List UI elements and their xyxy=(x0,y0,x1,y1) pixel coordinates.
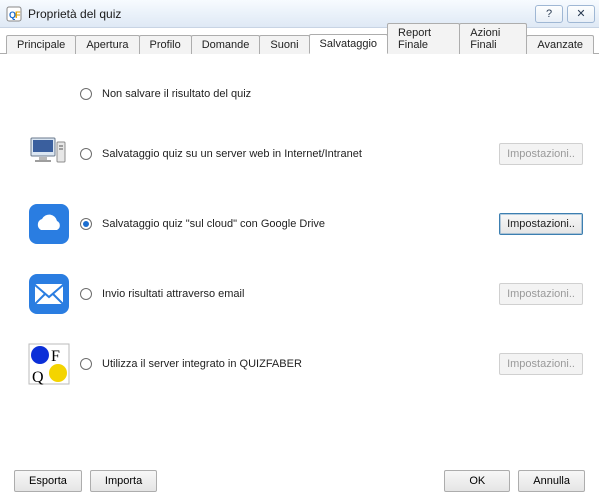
app-icon: Q F xyxy=(6,6,22,22)
svg-text:F: F xyxy=(51,348,60,365)
settings-button-cloud[interactable]: Impostazioni.. xyxy=(499,213,583,235)
svg-text:Q: Q xyxy=(32,369,44,386)
settings-button-email[interactable]: Impostazioni.. xyxy=(499,283,583,305)
dialog-body: Principale Apertura Profilo Domande Suon… xyxy=(0,28,599,502)
radio-no-save[interactable] xyxy=(80,88,92,100)
cloud-icon xyxy=(20,202,78,246)
label-no-save: Non salvare il risultato del quiz xyxy=(102,88,583,100)
radio-integrated[interactable] xyxy=(80,358,92,370)
tab-azioni-finali[interactable]: Azioni Finali xyxy=(459,23,527,54)
export-button[interactable]: Esporta xyxy=(14,470,82,492)
tab-avanzate[interactable]: Avanzate xyxy=(526,35,594,54)
option-server: Salvataggio quiz su un server web in Int… xyxy=(20,132,583,176)
help-button[interactable]: ? xyxy=(535,5,563,23)
label-integrated: Utilizza il server integrato in QUIZFABE… xyxy=(102,358,499,370)
tab-report-finale[interactable]: Report Finale xyxy=(387,23,460,54)
ok-button[interactable]: OK xyxy=(444,470,510,492)
tab-profilo[interactable]: Profilo xyxy=(139,35,192,54)
close-button[interactable]: ✕ xyxy=(567,5,595,23)
option-email: Invio risultati attraverso email Imposta… xyxy=(20,272,583,316)
tab-content-salvataggio: Non salvare il risultato del quiz Salvat… xyxy=(0,54,599,422)
import-button[interactable]: Importa xyxy=(90,470,157,492)
bottom-button-bar: Esporta Importa OK Annulla xyxy=(0,460,599,502)
radio-email[interactable] xyxy=(80,288,92,300)
cancel-button[interactable]: Annulla xyxy=(518,470,585,492)
label-cloud: Salvataggio quiz "sul cloud" con Google … xyxy=(102,218,499,230)
window-controls: ? ✕ xyxy=(535,5,595,23)
window-title: Proprietà del quiz xyxy=(28,7,121,21)
label-server: Salvataggio quiz su un server web in Int… xyxy=(102,148,499,160)
tab-apertura[interactable]: Apertura xyxy=(75,35,139,54)
tab-principale[interactable]: Principale xyxy=(6,35,76,54)
option-integrated: F Q Utilizza il server integrato in QUIZ… xyxy=(20,342,583,386)
option-no-save: Non salvare il risultato del quiz xyxy=(20,84,583,104)
radio-server[interactable] xyxy=(80,148,92,160)
tab-domande[interactable]: Domande xyxy=(191,35,261,54)
label-email: Invio risultati attraverso email xyxy=(102,288,499,300)
envelope-icon xyxy=(20,272,78,316)
tab-bar: Principale Apertura Profilo Domande Suon… xyxy=(0,28,599,54)
tab-salvataggio[interactable]: Salvataggio xyxy=(309,34,389,54)
settings-button-integrated[interactable]: Impostazioni.. xyxy=(499,353,583,375)
tab-suoni[interactable]: Suoni xyxy=(259,35,309,54)
desktop-computer-icon xyxy=(20,132,78,176)
settings-button-server[interactable]: Impostazioni.. xyxy=(499,143,583,165)
quizfaber-icon: F Q xyxy=(20,342,78,386)
svg-text:F: F xyxy=(15,10,21,20)
radio-cloud[interactable] xyxy=(80,218,92,230)
option-cloud: Salvataggio quiz "sul cloud" con Google … xyxy=(20,202,583,246)
